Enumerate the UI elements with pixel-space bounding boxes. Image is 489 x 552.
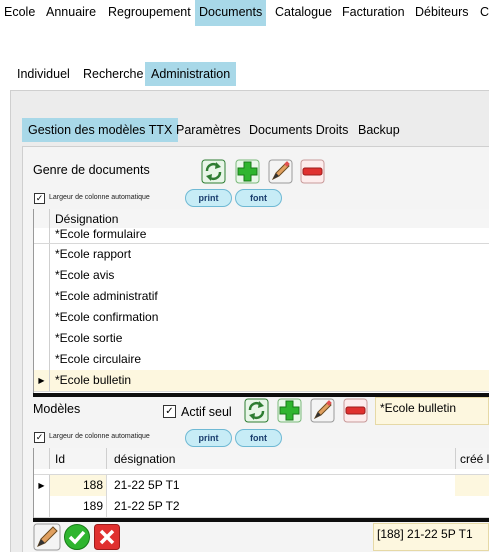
actif-seul-checkbox[interactable]: ✓ bbox=[163, 405, 176, 418]
status-field: [188] 21-22 5P T1 bbox=[373, 523, 489, 551]
table-row-selected[interactable]: ▶ 188 21-22 5P T1 bbox=[34, 475, 489, 497]
tab-administration[interactable]: Administration bbox=[145, 62, 237, 86]
list-item[interactable]: *Ecole formulaire bbox=[34, 228, 489, 244]
menu-annuaire[interactable]: Annuaire bbox=[42, 0, 100, 26]
menu-ecole[interactable]: Ecole bbox=[0, 0, 39, 26]
genre-label: Genre de documents bbox=[33, 163, 150, 177]
modeles-label: Modèles bbox=[33, 402, 81, 416]
list-item[interactable]: *Ecole sortie bbox=[34, 328, 489, 350]
col-cree-le[interactable]: créé l bbox=[460, 452, 489, 466]
print-button[interactable]: print bbox=[185, 189, 232, 207]
add-icon[interactable] bbox=[235, 159, 260, 184]
menu-catalogue[interactable]: Catalogue bbox=[271, 0, 336, 26]
tab-backup[interactable]: Backup bbox=[352, 118, 406, 142]
tab-gestion-modeles[interactable]: Gestion des modèles TTX bbox=[22, 118, 179, 142]
menu-debiteurs[interactable]: Débiteurs bbox=[411, 0, 473, 26]
edit-icon[interactable] bbox=[33, 523, 61, 551]
list-item[interactable]: *Ecole administratif bbox=[34, 286, 489, 308]
edit-icon[interactable] bbox=[310, 398, 335, 423]
list-item[interactable]: *Ecole circulaire bbox=[34, 349, 489, 371]
tab-parametres[interactable]: Paramètres bbox=[170, 118, 247, 142]
cancel-icon[interactable] bbox=[93, 523, 121, 551]
tab-individuel[interactable]: Individuel bbox=[11, 62, 76, 86]
main-menu: Ecole Annuaire Regroupement Documents Ca… bbox=[0, 0, 489, 26]
menu-c[interactable]: C bbox=[476, 0, 489, 26]
list-item[interactable]: *Ecole rapport bbox=[34, 244, 489, 266]
list-item-selected[interactable]: ▶ *Ecole bulletin bbox=[34, 370, 489, 392]
add-icon[interactable] bbox=[277, 398, 302, 423]
modeles-grid-header: Id désignation créé l bbox=[34, 448, 489, 470]
print-button[interactable]: print bbox=[185, 429, 232, 447]
auto-width-checkbox[interactable]: ✓ bbox=[34, 432, 45, 443]
col-designation[interactable]: Désignation bbox=[55, 212, 118, 226]
table-row[interactable]: 189 21-22 5P T2 bbox=[34, 496, 489, 518]
splitter[interactable] bbox=[33, 518, 489, 522]
col-designation[interactable]: désignation bbox=[114, 452, 175, 466]
confirm-icon[interactable] bbox=[63, 523, 91, 551]
genre-grid-header: Désignation bbox=[34, 209, 489, 229]
menu-documents[interactable]: Documents bbox=[195, 0, 267, 26]
refresh-icon[interactable] bbox=[244, 398, 269, 423]
auto-width-label: Largeur de colonne automatique bbox=[49, 433, 150, 440]
row-pointer-icon: ▶ bbox=[34, 475, 50, 496]
selected-genre-field: *Ecole bulletin bbox=[375, 397, 489, 425]
col-id[interactable]: Id bbox=[55, 452, 65, 466]
tab-documents-droits[interactable]: Documents Droits bbox=[243, 118, 354, 142]
refresh-icon[interactable] bbox=[201, 159, 226, 184]
menu-facturation[interactable]: Facturation bbox=[338, 0, 409, 26]
edit-icon[interactable] bbox=[268, 159, 293, 184]
menu-regroupement[interactable]: Regroupement bbox=[104, 0, 195, 26]
list-item[interactable]: *Ecole confirmation bbox=[34, 307, 489, 329]
font-button[interactable]: font bbox=[235, 189, 282, 207]
auto-width-label: Largeur de colonne automatique bbox=[49, 194, 150, 201]
modeles-grid: Id désignation créé l ▶ 188 21-22 5P T1 … bbox=[33, 448, 489, 518]
genre-grid: Désignation *Ecole formulaire *Ecole rap… bbox=[33, 209, 489, 394]
remove-icon[interactable] bbox=[300, 159, 325, 184]
tab-recherche[interactable]: Recherche bbox=[77, 62, 149, 86]
remove-icon[interactable] bbox=[343, 398, 368, 423]
auto-width-checkbox[interactable]: ✓ bbox=[34, 193, 45, 204]
font-button[interactable]: font bbox=[235, 429, 282, 447]
row-pointer-icon: ▶ bbox=[34, 370, 50, 391]
list-item[interactable]: *Ecole avis bbox=[34, 265, 489, 287]
actif-seul-label: Actif seul bbox=[181, 405, 232, 419]
